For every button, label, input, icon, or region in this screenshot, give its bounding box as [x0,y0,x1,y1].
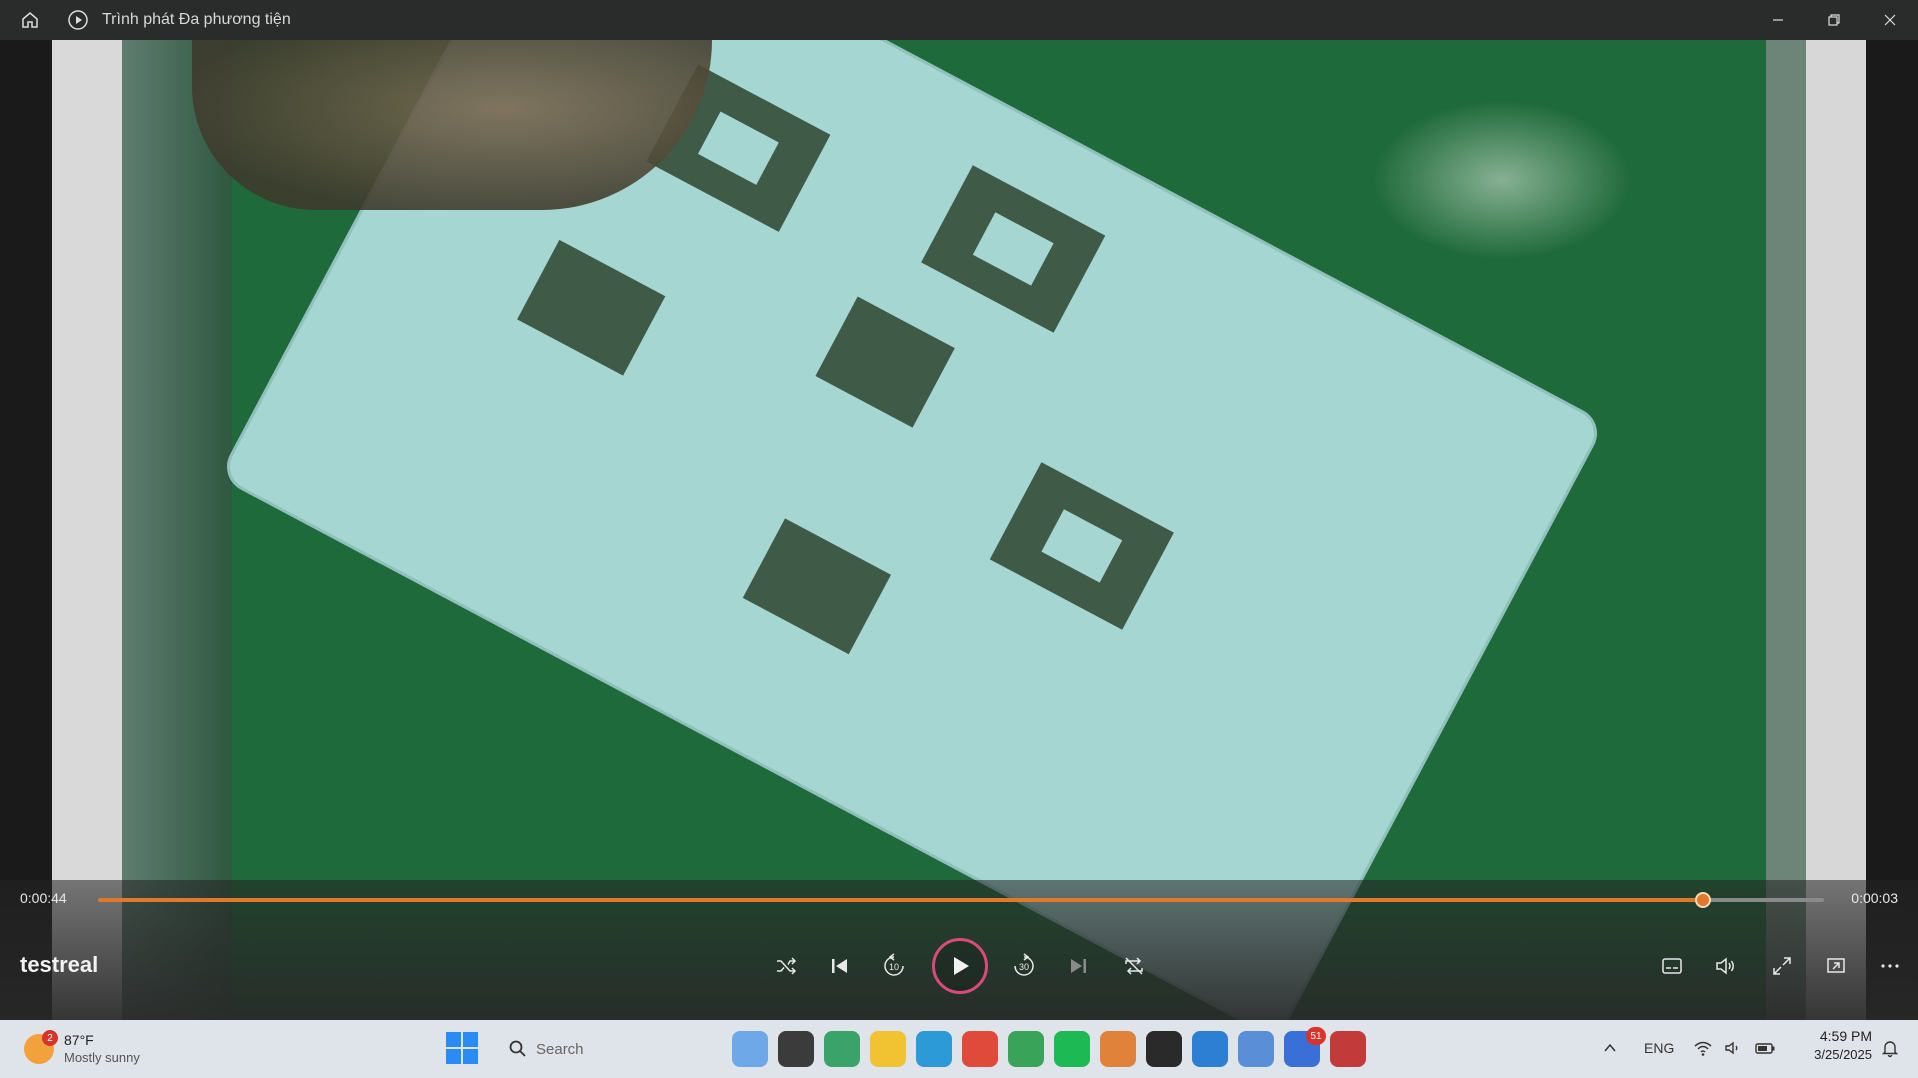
app-icon [64,6,92,34]
play-icon [954,957,969,975]
network-app-taskbar-button[interactable] [1238,1031,1274,1067]
chevron-up-icon [1604,1043,1616,1052]
video-area[interactable] [0,40,1918,1020]
rewind-button[interactable]: 10 [874,946,914,986]
shuffle-button[interactable] [766,946,806,986]
fullscreen-icon [1773,957,1791,975]
forward-button[interactable]: 30 [1004,946,1044,986]
more-icon [1881,964,1899,968]
search-icon [509,1040,526,1057]
weather-widget[interactable]: 2 87°F Mostly sunny [24,1028,144,1072]
wifi-icon[interactable] [1692,1037,1714,1059]
close-icon [1884,14,1896,26]
system-clock[interactable]: 4:59 PM 3/25/2025 [1792,1028,1872,1062]
notification-badge: 51 [1306,1027,1326,1045]
clock-time: 4:59 PM [1819,1028,1872,1044]
forward-icon: 30 [1014,953,1034,976]
minimize-button[interactable] [1750,0,1806,40]
clock-date: 3/25/2025 [1814,1047,1872,1062]
total-time: 0:00:03 [1851,890,1898,906]
start-button[interactable] [446,1032,478,1064]
title-bar: Trình phát Đa phương tiện [0,0,1918,40]
terminal-app-taskbar-button[interactable] [1146,1031,1182,1067]
task-view-taskbar-button[interactable] [778,1031,814,1067]
shuffle-icon [777,957,797,975]
weather-badge: 2 [42,1030,58,1046]
captions-button[interactable] [1652,946,1692,986]
window-title: Trình phát Đa phương tiện [102,11,291,28]
captions-icon [1662,958,1682,974]
speaker-icon[interactable] [1722,1037,1744,1059]
messenger-app-taskbar-button[interactable]: 51 [1284,1027,1326,1067]
maximize-button[interactable] [1806,0,1862,40]
weather-condition: Mostly sunny [64,1050,140,1065]
miniplayer-button[interactable] [1816,946,1856,986]
repeat-button[interactable] [1114,946,1154,986]
video-frame [52,40,1866,1020]
seek-thumb[interactable] [1695,892,1712,908]
previous-button[interactable] [820,946,860,986]
media-player-app-taskbar-button[interactable] [1330,1031,1366,1067]
language-indicator[interactable]: ENG [1644,1040,1674,1056]
chrome-browser-2-taskbar-button[interactable] [1008,1031,1044,1067]
taskbar: 2 87°F Mostly sunny Search 51 ENG 4:59 P… [0,1020,1918,1078]
weather-temperature: 87°F [64,1032,94,1048]
photos-app-taskbar-button[interactable] [824,1031,860,1067]
svg-text:30: 30 [1019,962,1029,972]
chrome-browser-taskbar-button[interactable] [962,1031,998,1067]
show-hidden-icons-button[interactable] [1600,1038,1620,1058]
search-placeholder: Search [536,1040,584,1058]
seek-bar-progress [98,898,1704,902]
svg-text:10: 10 [889,962,899,972]
more-options-button[interactable] [1870,946,1910,986]
current-time: 0:00:44 [20,890,67,906]
previous-icon [832,959,847,973]
spotify-app-taskbar-button[interactable] [1054,1031,1090,1067]
playback-controls: 0:00:44 0:00:03 testreal 10 30 [0,880,1918,1020]
next-button[interactable] [1058,946,1098,986]
file-explorer-taskbar-button[interactable] [870,1031,906,1067]
repeat-icon [1125,957,1143,975]
next-icon [1071,959,1086,973]
restore-icon [1828,14,1840,26]
volume-button[interactable] [1706,946,1746,986]
taskbar-search[interactable]: Search [496,1030,646,1068]
notification-bell-icon[interactable] [1880,1038,1902,1060]
close-button[interactable] [1862,0,1918,40]
media-player-window: Trình phát Đa phương tiện 0:00:44 0:00:0… [0,0,1918,1078]
edge-browser-taskbar-button[interactable] [916,1031,952,1067]
window-controls [1750,0,1918,40]
rewind-icon: 10 [884,953,904,976]
sublime-app-taskbar-button[interactable] [1100,1031,1136,1067]
widgets-app-taskbar-button[interactable] [732,1031,768,1067]
vscode-app-taskbar-button[interactable] [1192,1031,1228,1067]
seek-bar[interactable] [98,892,1824,908]
miniplayer-icon [1827,958,1845,973]
minimize-icon [1773,19,1783,21]
media-title: testreal [20,952,99,977]
play-button[interactable] [932,938,988,994]
battery-icon[interactable] [1754,1037,1776,1059]
home-button[interactable] [10,0,50,40]
home-icon [22,12,38,28]
volume-icon [1716,957,1734,975]
fullscreen-button[interactable] [1762,946,1802,986]
